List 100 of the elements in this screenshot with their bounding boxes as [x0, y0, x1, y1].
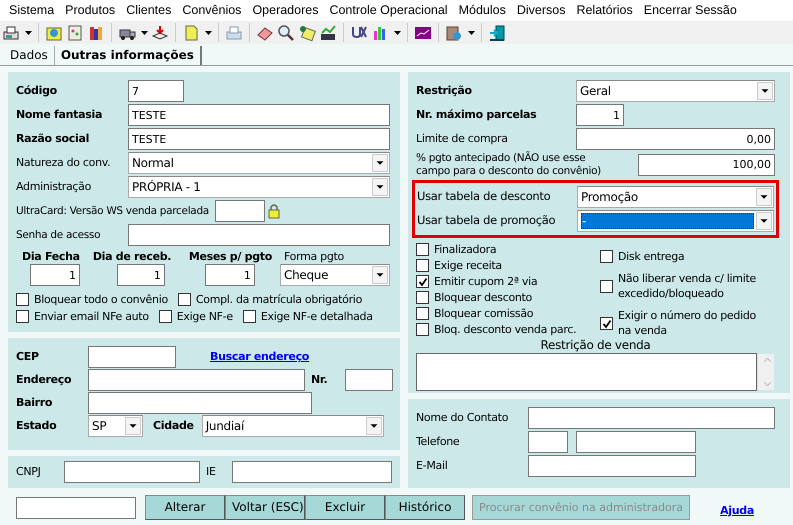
- dropdown-arrow-icon[interactable]: [205, 30, 212, 34]
- checkbox-label: Disk entrega: [618, 249, 684, 264]
- field-label: Administração: [16, 180, 92, 194]
- checkbox[interactable]: [416, 259, 429, 272]
- field-label: Dia Fecha: [22, 250, 81, 264]
- field-label: Estado: [16, 419, 58, 433]
- menu-item[interactable]: Diversos: [512, 0, 572, 21]
- text-field[interactable]: 1: [30, 264, 80, 286]
- text-field[interactable]: [345, 369, 393, 391]
- text-field[interactable]: 1: [204, 264, 255, 286]
- tab[interactable]: Outras informações: [54, 46, 202, 65]
- field-label: % pgto antecipado (NÃO use esse campo para o desconto do convênio): [416, 152, 602, 178]
- button[interactable]: Excluir: [305, 495, 385, 520]
- menu-item[interactable]: Clientes: [121, 0, 178, 21]
- checkbox[interactable]: [600, 280, 613, 294]
- help-link[interactable]: Ajuda: [720, 504, 754, 518]
- checkbox-label: Enviar email NFe auto: [34, 309, 149, 324]
- text-field[interactable]: [528, 455, 696, 477]
- text-field[interactable]: 1: [576, 104, 624, 126]
- text-field[interactable]: [64, 461, 200, 483]
- exit-door-icon[interactable]: [488, 24, 506, 42]
- dropdown-arrow-icon[interactable]: [141, 30, 148, 34]
- link[interactable]: Buscar endereço: [210, 350, 310, 364]
- tab[interactable]: Dados: [4, 46, 54, 65]
- button[interactable]: Alterar: [145, 495, 225, 520]
- checkbox[interactable]: [16, 310, 29, 324]
- checkbox-label: Exigir o número do pedido na venda: [618, 308, 757, 338]
- menu-item[interactable]: Módulos: [454, 0, 512, 21]
- menu-item[interactable]: Produtos: [60, 0, 122, 21]
- checkbox[interactable]: [416, 307, 429, 320]
- search-icon[interactable]: [277, 24, 295, 42]
- globe-box-icon[interactable]: [445, 24, 463, 42]
- menu-item[interactable]: Encerrar Sessão: [638, 0, 743, 21]
- text-field[interactable]: [16, 496, 136, 518]
- checkbox[interactable]: [416, 275, 429, 288]
- dropdown[interactable]: Promoção: [577, 186, 774, 208]
- field-label: Meses p/ pgto: [188, 250, 272, 264]
- text-field[interactable]: 100,00: [638, 154, 775, 176]
- field-label: Senha de acesso: [16, 228, 102, 242]
- field-label: Forma pgto: [284, 250, 345, 264]
- checkbox-label: Exige receita: [434, 258, 502, 274]
- text-field[interactable]: [528, 407, 775, 429]
- button[interactable]: Histórico: [385, 495, 465, 520]
- field-label: Nome do Contato: [416, 411, 510, 425]
- checkbox-label: Bloq. desconto venda parc.: [434, 322, 576, 338]
- field-label: E-Mail: [416, 459, 448, 473]
- text-field[interactable]: 7: [128, 80, 184, 102]
- menu-item[interactable]: Sistema: [4, 0, 60, 21]
- field-label: Restrição: [416, 84, 473, 98]
- menu-item[interactable]: Operadores: [247, 0, 324, 21]
- tray-download-icon[interactable]: [151, 24, 169, 42]
- dropdown[interactable]: PRÓPRIA - 1: [128, 176, 390, 198]
- text-field[interactable]: [214, 200, 265, 222]
- text-field[interactable]: 1: [116, 264, 165, 286]
- dropdown[interactable]: Jundiaí: [202, 415, 384, 437]
- checkbox-label: Bloquear todo o convênio: [34, 292, 168, 308]
- checkbox[interactable]: [600, 250, 613, 264]
- checkbox[interactable]: [158, 310, 172, 324]
- field-label: Natureza do conv.: [16, 156, 112, 170]
- text-field[interactable]: [88, 392, 312, 414]
- dropdown-arrow-icon[interactable]: [394, 30, 401, 34]
- menu-item[interactable]: Convênios: [177, 0, 248, 21]
- text-field[interactable]: [88, 346, 176, 368]
- text-field[interactable]: [576, 431, 696, 453]
- dropdown[interactable]: SP: [88, 415, 143, 437]
- text-field[interactable]: 0,00: [576, 128, 775, 150]
- field-label: Cidade: [153, 419, 194, 433]
- text-field[interactable]: [128, 224, 390, 246]
- field-label: UltraCard: Versão WS venda parcelada: [16, 204, 209, 218]
- dropdown-arrow-icon[interactable]: [468, 30, 475, 34]
- checkbox[interactable]: [242, 310, 256, 324]
- checkbox-label: Emitir cupom 2ª via: [434, 274, 538, 290]
- checkbox[interactable]: [416, 291, 429, 304]
- button[interactable]: Voltar (ESC): [225, 495, 305, 520]
- checkbox[interactable]: [416, 323, 429, 336]
- checkbox[interactable]: [178, 293, 191, 306]
- card-icon[interactable]: [66, 24, 84, 42]
- field-label: CNPJ: [16, 465, 42, 479]
- dropdown[interactable]: Normal: [128, 152, 390, 174]
- text-field[interactable]: [232, 461, 392, 483]
- field-label: Código: [16, 84, 58, 98]
- printer-icon[interactable]: [2, 24, 20, 42]
- checkbox[interactable]: [416, 243, 429, 256]
- field-label: Nr. máximo parcelas: [416, 108, 538, 122]
- text-field[interactable]: [528, 431, 568, 453]
- dropdown-arrow-icon[interactable]: [25, 30, 32, 34]
- checkbox[interactable]: [600, 317, 613, 330]
- checkbox[interactable]: [16, 293, 29, 306]
- text-field[interactable]: TESTE: [128, 104, 390, 126]
- dropdown[interactable]: -: [577, 210, 774, 232]
- dropdown[interactable]: Cheque: [280, 264, 390, 286]
- menu-item[interactable]: Controle Operacional: [324, 0, 454, 21]
- menu-item[interactable]: Relatórios: [571, 0, 639, 21]
- dropdown[interactable]: Geral: [576, 80, 775, 102]
- field-label: Telefone: [416, 435, 460, 449]
- checkbox-label: Finalizadora: [434, 242, 496, 258]
- checkbox-label: Exige NF-e: [176, 309, 233, 324]
- text-field[interactable]: TESTE: [128, 128, 390, 150]
- field-label: Nr.: [310, 373, 328, 387]
- text-field[interactable]: [88, 369, 305, 391]
